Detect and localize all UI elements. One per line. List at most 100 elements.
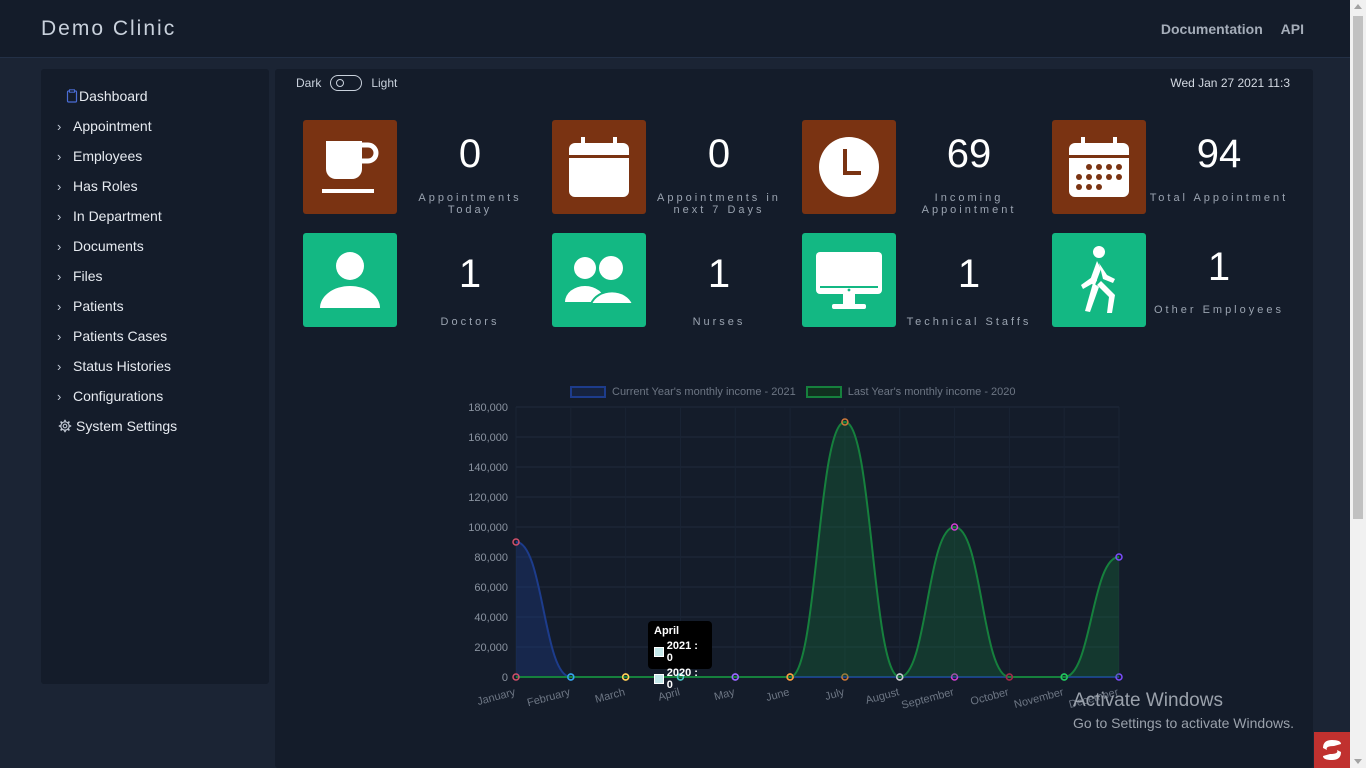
appointments-next-7-days-tile[interactable] bbox=[552, 120, 646, 214]
sidebar-item-appointment[interactable]: › Appointment bbox=[57, 115, 152, 137]
light-label: Light bbox=[371, 76, 398, 90]
api-link[interactable]: API bbox=[1281, 21, 1304, 37]
legend-item-2021[interactable]: Current Year's monthly income - 2021 bbox=[570, 386, 796, 398]
x-tick-label: June bbox=[765, 686, 791, 704]
current-datetime: Wed Jan 27 2021 11:3 bbox=[1170, 76, 1290, 90]
theme-toggle[interactable] bbox=[330, 75, 363, 91]
sidebar-item-label: Documents bbox=[73, 238, 144, 254]
appointments-next-7-days-label: Appointments in next 7 Days bbox=[657, 192, 781, 216]
sidebar-item-files[interactable]: › Files bbox=[57, 265, 103, 287]
y-tick-label: 160,000 bbox=[468, 432, 508, 444]
sidebar-item-label: Employees bbox=[73, 148, 143, 164]
y-tick-label: 100,000 bbox=[468, 522, 508, 534]
x-tick-label: November bbox=[1013, 686, 1065, 711]
scroll-down-icon[interactable] bbox=[1354, 759, 1362, 764]
theme-switcher: Dark Light bbox=[296, 75, 397, 91]
sidebar-item-patients[interactable]: › Patients bbox=[57, 295, 124, 317]
documentation-link[interactable]: Documentation bbox=[1161, 21, 1263, 37]
other-employees-value: 1 bbox=[1207, 245, 1231, 289]
watermark-line-1: Activate Windows bbox=[1073, 690, 1223, 711]
total-appointment-tile[interactable] bbox=[1052, 120, 1146, 214]
tooltip-value: 2020 : 0 bbox=[666, 667, 698, 691]
doctors-label: Doctors bbox=[440, 316, 500, 328]
sidebar-item-employees[interactable]: › Employees bbox=[57, 145, 142, 167]
y-tick-label: 180,000 bbox=[468, 402, 508, 414]
appointments-today-tile[interactable] bbox=[303, 120, 397, 214]
appointments-next-7-days-value: 0 bbox=[707, 132, 731, 176]
chart-legend[interactable]: Current Year's monthly income - 2021 Las… bbox=[570, 386, 1026, 398]
gear-icon bbox=[58, 419, 72, 433]
chevron-right-icon: › bbox=[57, 238, 62, 254]
page-scrollbar[interactable] bbox=[1350, 0, 1366, 768]
logo-icon bbox=[1323, 740, 1341, 760]
x-tick-label: May bbox=[713, 686, 737, 703]
chart-tooltip: April 2021 : 0 2020 : 0 bbox=[648, 621, 712, 691]
income-chart: Current Year's monthly income - 2021 Las… bbox=[430, 375, 1150, 715]
chart-canvas[interactable]: 180,000 160,000 140,000 120,000 100,000 80,00… bbox=[430, 375, 1150, 715]
chevron-right-icon: › bbox=[57, 328, 62, 344]
nurses-label: Nurses bbox=[692, 316, 746, 328]
sidebar-item-in-department[interactable]: › In Department bbox=[57, 205, 162, 227]
chevron-right-icon: › bbox=[57, 358, 62, 374]
sidebar-item-label: Has Roles bbox=[73, 178, 138, 194]
x-tick-label: August bbox=[864, 686, 900, 706]
nurses-tile[interactable] bbox=[552, 233, 646, 327]
sidebar-item-system-settings[interactable]: System Settings bbox=[57, 415, 177, 437]
tooltip-row: 2020 : 0 bbox=[654, 667, 706, 691]
y-tick-label: 40,000 bbox=[474, 612, 508, 624]
x-tick-label: March bbox=[594, 686, 627, 706]
incoming-appointment-tile[interactable] bbox=[802, 120, 896, 214]
sidebar-item-label: Status Histories bbox=[73, 358, 172, 374]
technical-staffs-tile[interactable] bbox=[802, 233, 896, 327]
coffee-cup-icon bbox=[322, 141, 379, 193]
top-links: Documentation API bbox=[1147, 21, 1304, 37]
y-tick-label: 20,000 bbox=[474, 642, 508, 654]
chevron-right-icon: › bbox=[57, 298, 62, 314]
user-icon bbox=[320, 252, 380, 308]
desktop-icon bbox=[816, 252, 882, 309]
sidebar-item-documents[interactable]: › Documents bbox=[57, 235, 144, 257]
scroll-up-icon[interactable] bbox=[1354, 4, 1362, 9]
doctors-tile[interactable] bbox=[303, 233, 397, 327]
sidebar-item-label: In Department bbox=[73, 208, 162, 224]
technical-staffs-value: 1 bbox=[957, 252, 981, 296]
chevron-right-icon: › bbox=[57, 268, 62, 284]
sidebar-item-configurations[interactable]: › Configurations bbox=[57, 385, 163, 407]
clock-icon bbox=[819, 137, 879, 197]
chevron-right-icon: › bbox=[57, 178, 62, 194]
watermark-line-2: Go to Settings to activate Windows. bbox=[1073, 715, 1294, 731]
sidebar-item-label: Patients Cases bbox=[73, 328, 168, 344]
tooltip-swatch bbox=[654, 647, 664, 657]
sidebar-item-patients-cases[interactable]: › Patients Cases bbox=[57, 325, 167, 347]
sidebar-item-label: Dashboard bbox=[79, 88, 148, 104]
x-tick-label: October bbox=[969, 686, 1010, 708]
sidebar-item-label: System Settings bbox=[76, 418, 178, 434]
other-employees-tile[interactable] bbox=[1052, 233, 1146, 327]
sidebar-item-has-roles[interactable]: › Has Roles bbox=[57, 175, 138, 197]
sidebar-item-status-histories[interactable]: › Status Histories bbox=[57, 355, 171, 377]
incoming-appointment-label: Incoming Appointment bbox=[921, 192, 1017, 216]
sidebar-item-label: Configurations bbox=[73, 388, 164, 404]
scroll-thumb[interactable] bbox=[1353, 16, 1363, 519]
legend-swatch-blue bbox=[570, 386, 606, 398]
appointments-today-value: 0 bbox=[458, 132, 482, 176]
brand-title[interactable]: Demo Clinic bbox=[41, 17, 176, 41]
top-navbar: Demo Clinic Documentation API bbox=[0, 0, 1350, 58]
dark-label: Dark bbox=[296, 76, 322, 90]
legend-swatch-green bbox=[805, 386, 842, 398]
y-tick-label: 80,000 bbox=[474, 552, 508, 564]
walking-icon bbox=[1081, 246, 1115, 313]
chevron-right-icon: › bbox=[57, 388, 62, 404]
legend-item-2020[interactable]: Last Year's monthly income - 2020 bbox=[805, 386, 1016, 398]
sidebar-item-label: Files bbox=[73, 268, 103, 284]
total-appointment-value: 94 bbox=[1196, 132, 1242, 176]
chevron-right-icon: › bbox=[57, 118, 62, 134]
incoming-appointment-value: 69 bbox=[946, 132, 992, 176]
tooltip-value: 2021 : 0 bbox=[666, 640, 698, 664]
app-badge-icon[interactable] bbox=[1314, 732, 1350, 768]
technical-staffs-label: Technical Staffs bbox=[906, 316, 1032, 328]
calendar-icon bbox=[569, 137, 629, 197]
other-employees-label: Other Employees bbox=[1154, 304, 1284, 316]
tooltip-title: April bbox=[654, 625, 680, 637]
sidebar-item-dashboard[interactable]: Dashboard bbox=[57, 85, 148, 107]
